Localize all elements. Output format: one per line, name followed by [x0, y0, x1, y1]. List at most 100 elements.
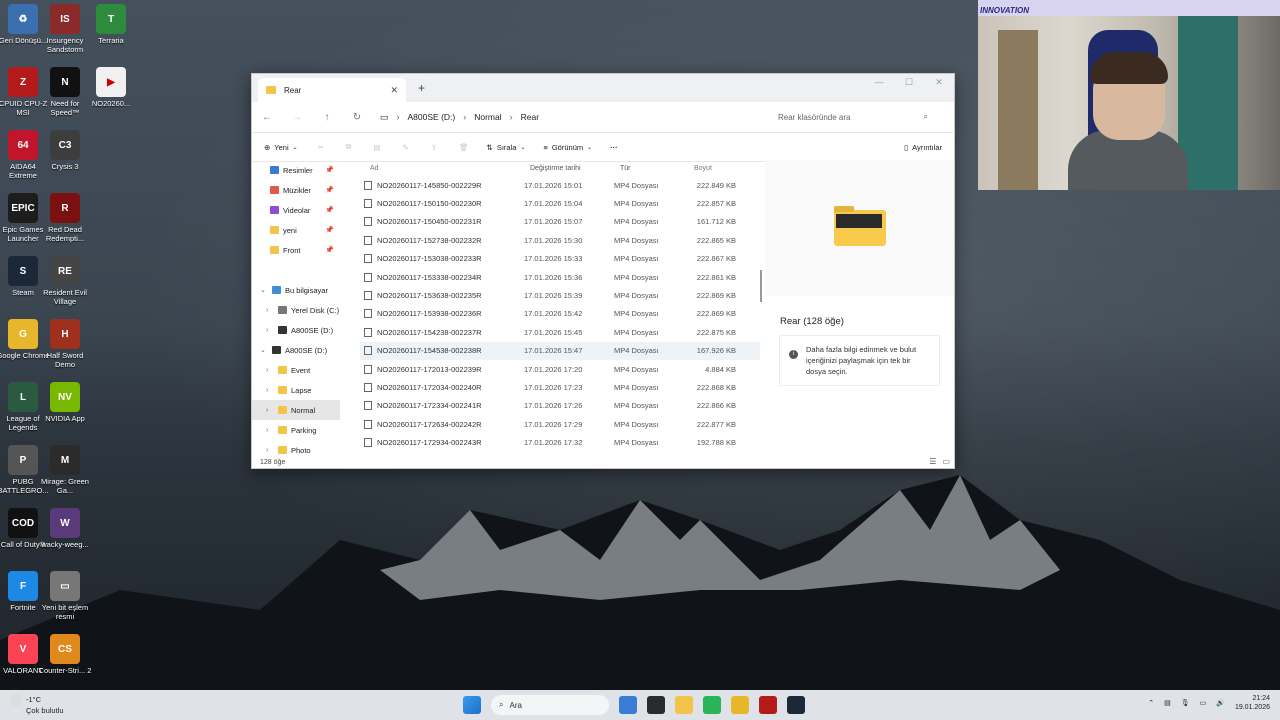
sidebar-item[interactable]: › A800SE (D:): [252, 320, 340, 340]
up-arrow-icon[interactable]: ↑: [312, 112, 342, 123]
desktop-icon[interactable]: Wwacky-weeg...: [38, 508, 92, 549]
sidebar-item[interactable]: Müzikler 📌: [252, 180, 340, 200]
paste-icon[interactable]: ▤: [373, 143, 380, 152]
view-button[interactable]: ≡ Görünüm ⌄: [543, 143, 592, 152]
expand-chevron-icon[interactable]: ⌄: [260, 346, 266, 354]
file-row[interactable]: NO20260117-153038-002233R 17.01.2026 15:3…: [360, 250, 760, 268]
file-row[interactable]: NO20260117-145850-002229R 17.01.2026 15:0…: [360, 176, 760, 194]
expand-chevron-icon[interactable]: ›: [266, 447, 268, 454]
sidebar-item[interactable]: Front 📌: [252, 240, 340, 260]
taskbar-app-icon[interactable]: [675, 696, 693, 714]
desktop-icon[interactable]: NV NVIDIA App: [38, 382, 92, 423]
file-explorer-window[interactable]: Rear ✕ + — ☐ ✕ ← → ↑ ↻ ▭ › A800SE (D:) ›…: [251, 73, 955, 469]
desktop-icon[interactable]: RE Resident Evil Village: [38, 256, 92, 306]
volume-icon[interactable]: 🔊: [1216, 699, 1225, 707]
details-button[interactable]: ▯ Ayrıntılar: [904, 143, 942, 152]
search-input[interactable]: Rear klasöründe ara ⌕: [770, 107, 936, 127]
taskbar-app-icon[interactable]: [731, 696, 749, 714]
taskbar-app-icon[interactable]: [759, 696, 777, 714]
taskbar-app-icon[interactable]: [703, 696, 721, 714]
file-row[interactable]: NO20260117-153338-002234R 17.01.2026 15:3…: [360, 268, 760, 286]
forward-arrow-icon[interactable]: →: [282, 112, 312, 123]
file-row[interactable]: NO20260117-152738-002232R 17.01.2026 15:3…: [360, 231, 760, 249]
expand-chevron-icon[interactable]: ›: [266, 427, 268, 434]
file-row[interactable]: NO20260117-172013-002239R 17.01.2026 17:2…: [360, 360, 760, 378]
sidebar-item[interactable]: › Photo: [252, 440, 340, 460]
sidebar-item[interactable]: [252, 260, 340, 280]
breadcrumb-rear[interactable]: Rear: [521, 112, 539, 122]
rename-icon[interactable]: ✎: [402, 143, 408, 152]
sidebar-item[interactable]: ⌄ Bu bilgisayar: [252, 280, 340, 300]
taskbar-search[interactable]: ⌕ Ara: [491, 695, 609, 715]
taskbar-app-icon[interactable]: [619, 696, 637, 714]
file-row[interactable]: NO20260117-153638-002235R 17.01.2026 15:3…: [360, 286, 760, 304]
sidebar-item[interactable]: Videolar 📌: [252, 200, 340, 220]
sidebar-item[interactable]: › Yerel Disk (C:): [252, 300, 340, 320]
maximize-button[interactable]: ☐: [894, 74, 924, 92]
file-row[interactable]: NO20260117-150450-002231R 17.01.2026 15:0…: [360, 213, 760, 231]
copy-icon[interactable]: ⧉: [346, 142, 351, 152]
network-icon[interactable]: ▤: [1164, 699, 1171, 707]
breadcrumb-drive[interactable]: A800SE (D:): [408, 112, 456, 122]
expand-chevron-icon[interactable]: ›: [266, 387, 268, 394]
microphone-icon[interactable]: 🎙: [1181, 699, 1190, 707]
new-button[interactable]: ⊕ Yeni ⌄: [264, 143, 298, 152]
desktop-icon[interactable]: T Terraria: [84, 4, 138, 45]
close-tab-icon[interactable]: ✕: [390, 85, 398, 96]
expand-chevron-icon[interactable]: ⌄: [260, 286, 266, 294]
share-icon[interactable]: ⇪: [431, 143, 437, 152]
close-window-button[interactable]: ✕: [924, 74, 954, 92]
desktop-icon[interactable]: M Mirage: Green Ga...: [38, 445, 92, 495]
sidebar-item[interactable]: › Lapse: [252, 380, 340, 400]
column-name[interactable]: Ad: [360, 165, 530, 172]
more-button[interactable]: ···: [610, 143, 618, 152]
sidebar-item[interactable]: › Parking: [252, 420, 340, 440]
taskbar-app-icon[interactable]: [787, 696, 805, 714]
weather-widget[interactable]: -1°C Çok bulutlu: [10, 694, 64, 715]
desktop-icon[interactable]: CS Counter-Stri... 2: [38, 634, 92, 675]
sidebar-item[interactable]: › Normal: [252, 400, 340, 420]
monitor-icon[interactable]: ▭: [380, 112, 389, 123]
expand-chevron-icon[interactable]: ›: [266, 407, 268, 414]
back-arrow-icon[interactable]: ←: [252, 112, 282, 123]
delete-icon[interactable]: 🗑: [459, 143, 469, 152]
file-row[interactable]: NO20260117-172334-002241R 17.01.2026 17:2…: [360, 397, 760, 415]
column-type[interactable]: Tür: [620, 165, 694, 172]
new-tab-button[interactable]: +: [418, 81, 425, 95]
expand-chevron-icon[interactable]: ›: [266, 307, 268, 314]
cut-icon[interactable]: ✂: [318, 143, 324, 152]
desktop-icon[interactable]: ▶ NO20260...: [84, 67, 138, 108]
sidebar-item[interactable]: yeni 📌: [252, 220, 340, 240]
desktop-icon[interactable]: ▭ Yeni bit eşlem resmi: [38, 571, 92, 621]
display-icon[interactable]: ▭: [1200, 699, 1207, 707]
details-view-icon[interactable]: ☰: [929, 457, 936, 466]
taskbar-app-icon[interactable]: [647, 696, 665, 714]
tab-rear[interactable]: Rear ✕: [258, 78, 406, 102]
refresh-icon[interactable]: ↻: [342, 112, 372, 123]
clock[interactable]: 21:24 19.01.2026: [1235, 694, 1270, 712]
expand-chevron-icon[interactable]: ›: [266, 367, 268, 374]
file-row[interactable]: NO20260117-172934-002243R 17.01.2026 17:3…: [360, 433, 760, 451]
desktop-icon[interactable]: H Half Sword Demo: [38, 319, 92, 369]
tiles-view-icon[interactable]: ▭: [942, 457, 950, 466]
desktop-icon[interactable]: C3 Crysis 3: [38, 130, 92, 171]
file-row[interactable]: NO20260117-172634-002242R 17.01.2026 17:2…: [360, 415, 760, 433]
column-size[interactable]: Boyut: [694, 165, 712, 172]
desktop-icon[interactable]: R Red Dead Redempti...: [38, 193, 92, 243]
file-row[interactable]: NO20260117-154538-002238R 17.01.2026 15:4…: [360, 341, 760, 360]
expand-chevron-icon[interactable]: ›: [266, 327, 268, 334]
sidebar-item[interactable]: ⌄ A800SE (D:): [252, 340, 340, 360]
start-button[interactable]: [463, 696, 481, 714]
sidebar-item[interactable]: › Event: [252, 360, 340, 380]
file-row[interactable]: NO20260117-150150-002230R 17.01.2026 15:0…: [360, 194, 760, 212]
sidebar-item[interactable]: Resimler 📌: [252, 160, 340, 180]
chevron-up-icon[interactable]: ⌃: [1148, 699, 1154, 707]
file-row[interactable]: NO20260117-172034-002240R 17.01.2026 17:2…: [360, 378, 760, 396]
column-date[interactable]: Değiştirme tarihi: [530, 165, 620, 172]
file-row[interactable]: NO20260117-154238-002237R 17.01.2026 15:4…: [360, 323, 760, 341]
breadcrumb-normal[interactable]: Normal: [474, 112, 501, 122]
file-row[interactable]: NO20260117-153938-002236R 17.01.2026 15:4…: [360, 305, 760, 323]
scrollbar[interactable]: [760, 270, 762, 302]
sort-button[interactable]: ⇅ Sırala ⌄: [487, 143, 526, 152]
minimize-button[interactable]: —: [864, 74, 894, 92]
